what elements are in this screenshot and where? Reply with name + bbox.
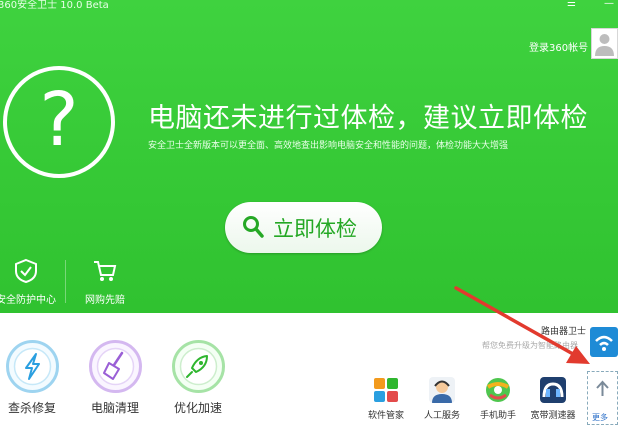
red-annotation-arrow bbox=[454, 286, 590, 364]
